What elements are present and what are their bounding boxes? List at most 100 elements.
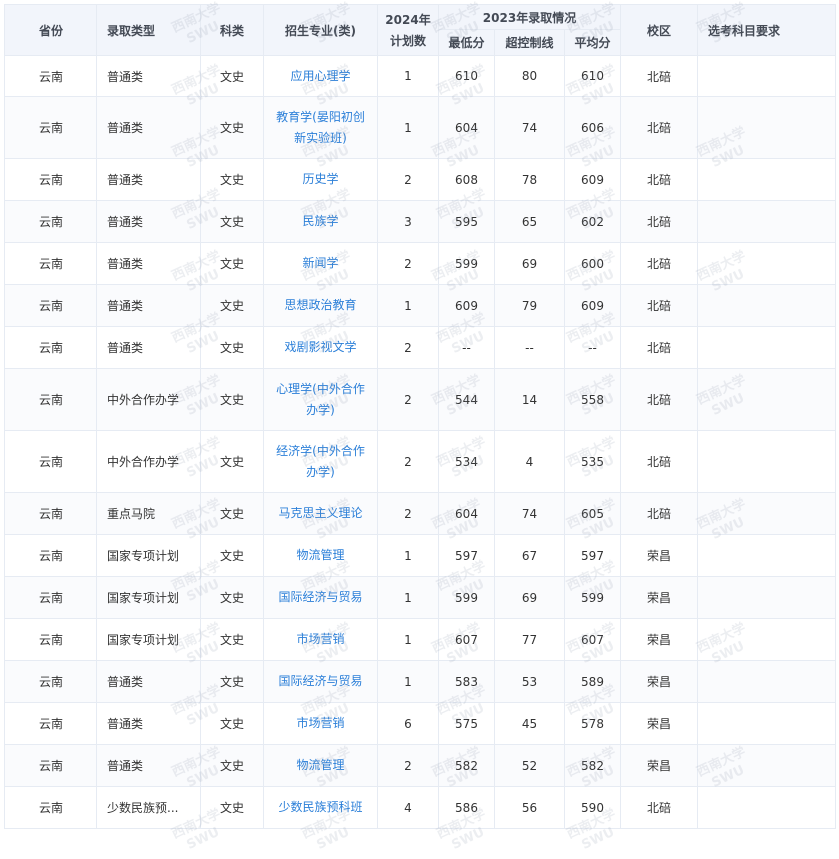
cell-province: 云南 [4,786,97,829]
major-link[interactable]: 经济学(中外合作办学) [276,444,365,479]
cell-campus: 荣昌 [620,618,698,661]
major-link[interactable]: 新闻学 [302,256,338,270]
cell-campus: 北碚 [620,786,698,829]
major-link[interactable]: 市场营销 [296,632,344,646]
cell-plan: 1 [377,660,439,703]
cell-type: 国家专项计划 [96,576,201,619]
cell-province: 云南 [4,55,97,97]
major-link[interactable]: 国际经济与贸易 [278,674,362,688]
cell-major: 国际经济与贸易 [263,660,378,703]
major-link[interactable]: 少数民族预科班 [278,800,362,814]
major-link[interactable]: 思想政治教育 [284,298,356,312]
cell-over-line: 56 [494,786,565,829]
major-link[interactable]: 戏剧影视文学 [284,340,356,354]
cell-avg-score: 535 [564,430,621,493]
header-requirement: 选考科目要求 [697,4,836,56]
cell-min-score: 599 [438,242,495,285]
cell-avg-score: 609 [564,158,621,201]
cell-subject: 文史 [200,492,264,535]
cell-subject: 文史 [200,368,264,431]
cell-type: 普通类 [96,702,201,745]
cell-plan: 1 [377,618,439,661]
header-plan: 2024年 计划数 [377,4,439,56]
cell-province: 云南 [4,96,97,159]
cell-province: 云南 [4,618,97,661]
cell-avg-score: 600 [564,242,621,285]
cell-over-line: -- [494,326,565,369]
cell-plan: 1 [377,576,439,619]
cell-avg-score: 589 [564,660,621,703]
cell-subject: 文史 [200,200,264,243]
cell-province: 云南 [4,158,97,201]
cell-plan: 4 [377,786,439,829]
cell-campus: 荣昌 [620,702,698,745]
cell-province: 云南 [4,368,97,431]
table-row: 云南 普通类 文史 新闻学 2 599 69 600 北碚 [4,242,836,285]
cell-avg-score: 602 [564,200,621,243]
major-link[interactable]: 历史学 [302,172,338,186]
major-link[interactable]: 物流管理 [296,548,344,562]
cell-major: 市场营销 [263,702,378,745]
cell-requirement [697,430,836,493]
table-row: 云南 国家专项计划 文史 国际经济与贸易 1 599 69 599 荣昌 [4,576,836,619]
cell-min-score: 610 [438,55,495,97]
cell-campus: 北碚 [620,368,698,431]
cell-requirement [697,702,836,745]
cell-subject: 文史 [200,96,264,159]
cell-over-line: 67 [494,534,565,577]
cell-over-line: 69 [494,242,565,285]
cell-plan: 2 [377,326,439,369]
cell-over-line: 52 [494,744,565,787]
cell-avg-score: 578 [564,702,621,745]
cell-type: 少数民族预... [96,786,201,829]
cell-plan: 3 [377,200,439,243]
major-link[interactable]: 应用心理学 [290,69,350,83]
header-plan-line1: 2024年 [385,13,431,27]
cell-type: 普通类 [96,284,201,327]
cell-min-score: -- [438,326,495,369]
cell-requirement [697,744,836,787]
cell-major: 民族学 [263,200,378,243]
major-link[interactable]: 国际经济与贸易 [278,590,362,604]
cell-campus: 北碚 [620,284,698,327]
header-type: 录取类型 [96,4,201,56]
table-row: 云南 普通类 文史 市场营销 6 575 45 578 荣昌 [4,702,836,745]
cell-subject: 文史 [200,284,264,327]
cell-over-line: 53 [494,660,565,703]
cell-requirement [697,368,836,431]
cell-subject: 文史 [200,430,264,493]
cell-over-line: 14 [494,368,565,431]
cell-min-score: 586 [438,786,495,829]
cell-avg-score: 605 [564,492,621,535]
cell-avg-score: 609 [564,284,621,327]
cell-requirement [697,618,836,661]
cell-over-line: 78 [494,158,565,201]
cell-campus: 北碚 [620,492,698,535]
cell-over-line: 74 [494,96,565,159]
table-row: 云南 少数民族预... 文史 少数民族预科班 4 586 56 590 北碚 [4,786,836,829]
cell-min-score: 544 [438,368,495,431]
cell-min-score: 583 [438,660,495,703]
cell-subject: 文史 [200,660,264,703]
major-link[interactable]: 马克思主义理论 [278,506,362,520]
major-link[interactable]: 民族学 [302,214,338,228]
cell-campus: 荣昌 [620,576,698,619]
cell-province: 云南 [4,430,97,493]
cell-major: 思想政治教育 [263,284,378,327]
major-link[interactable]: 市场营销 [296,716,344,730]
cell-campus: 荣昌 [620,744,698,787]
cell-requirement [697,534,836,577]
cell-subject: 文史 [200,242,264,285]
major-link[interactable]: 物流管理 [296,758,344,772]
cell-type: 中外合作办学 [96,430,201,493]
cell-plan: 2 [377,158,439,201]
major-link[interactable]: 教育学(晏阳初创新实验班) [276,110,365,145]
cell-type: 普通类 [96,200,201,243]
cell-requirement [697,492,836,535]
cell-major: 经济学(中外合作办学) [263,430,378,493]
major-link[interactable]: 心理学(中外合作办学) [276,382,365,417]
cell-type: 普通类 [96,660,201,703]
cell-plan: 1 [377,55,439,97]
cell-campus: 荣昌 [620,534,698,577]
table-row: 云南 普通类 文史 历史学 2 608 78 609 北碚 [4,158,836,201]
